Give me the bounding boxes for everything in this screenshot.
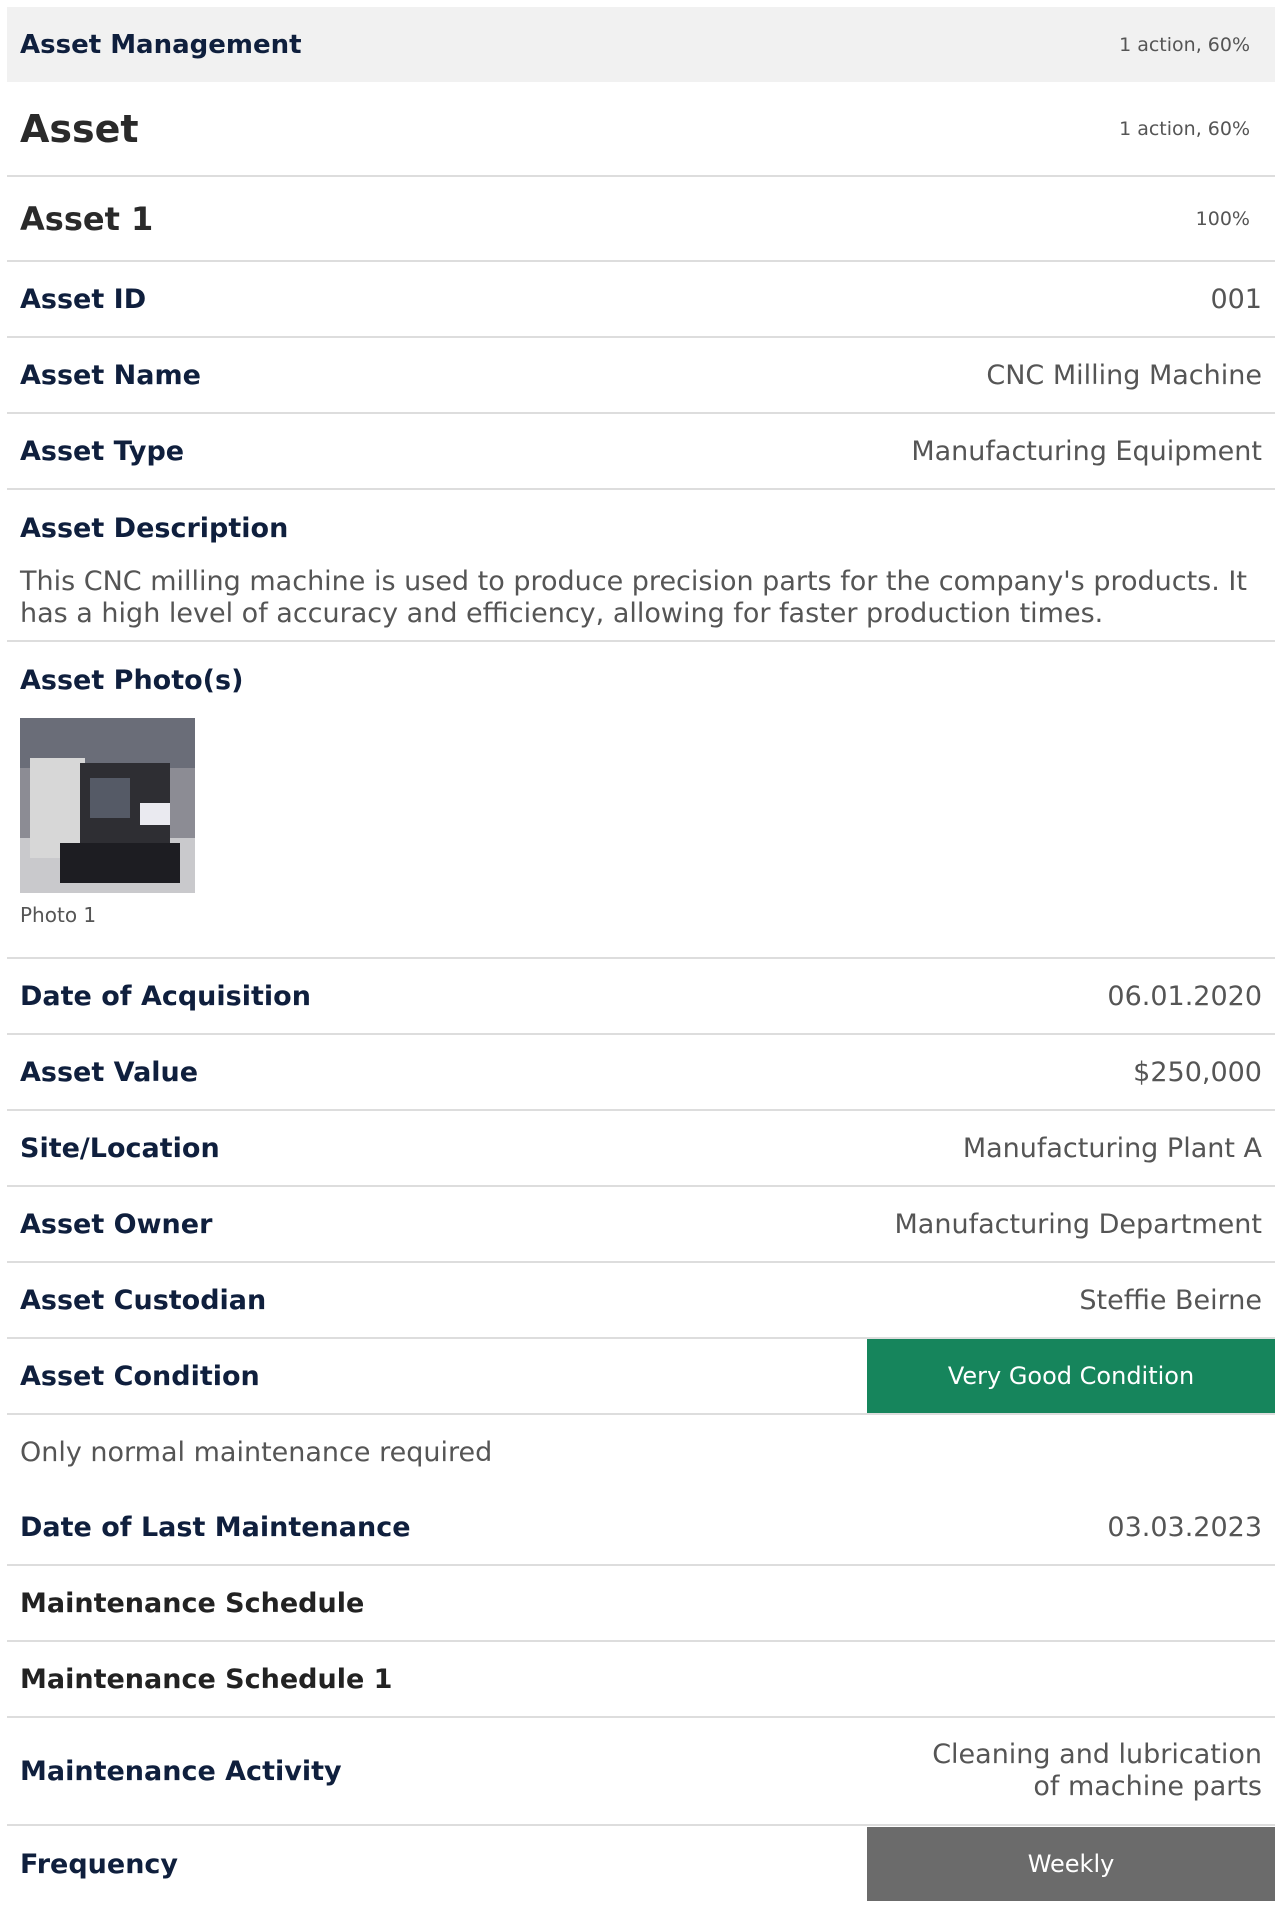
section-header[interactable]: Asset 1 action, 60% (7, 82, 1275, 177)
field-asset-type: Asset Type Manufacturing Equipment (7, 414, 1275, 490)
field-maintenance-activity: Maintenance Activity Cleaning and lubric… (7, 1718, 1275, 1826)
field-value: Manufacturing Department (894, 1208, 1262, 1240)
photo-caption: Photo 1 (20, 903, 97, 927)
field-label: Asset Condition (20, 1360, 260, 1392)
field-asset-name: Asset Name CNC Milling Machine (7, 338, 1275, 414)
app-header: Asset Management 1 action, 60% (7, 7, 1275, 82)
field-description-text: This CNC milling machine is used to prod… (7, 566, 1275, 642)
header-meta: 1 action, 60% (1119, 33, 1250, 56)
field-value: 06.01.2020 (1107, 980, 1262, 1012)
field-label: Asset Description (20, 512, 289, 544)
frequency-badge: Weekly (867, 1827, 1275, 1901)
field-label-row: Asset Description (7, 490, 1275, 566)
field-value: Cleaning and lubrication of machine part… (932, 1739, 1262, 1802)
subsection-header[interactable]: Asset 1 100% (7, 177, 1275, 262)
condition-note: Only normal maintenance required (20, 1437, 493, 1468)
field-asset-value: Asset Value $250,000 (7, 1035, 1275, 1111)
field-asset-condition: Asset Condition Very Good Condition (7, 1339, 1275, 1415)
field-date-last-maintenance: Date of Last Maintenance 03.03.2023 (7, 1490, 1275, 1566)
field-label: Asset Name (20, 359, 201, 391)
field-asset-description: Asset Description This CNC milling machi… (7, 490, 1275, 642)
field-label: Asset Value (20, 1056, 199, 1088)
field-asset-id: Asset ID 001 (7, 262, 1275, 338)
field-site-location: Site/Location Manufacturing Plant A (7, 1111, 1275, 1187)
field-label: Asset ID (20, 283, 147, 315)
photo-gallery: Photo 1 (7, 718, 1275, 959)
field-frequency: Frequency Weekly (7, 1826, 1275, 1902)
field-value: Steffie Beirne (1079, 1284, 1262, 1316)
section-label: Maintenance Schedule (20, 1587, 365, 1619)
condition-badge: Very Good Condition (867, 1339, 1275, 1413)
section-label: Maintenance Schedule 1 (20, 1663, 393, 1695)
field-value: 03.03.2023 (1107, 1511, 1262, 1543)
report-page: Asset Management 1 action, 60% Asset 1 a… (7, 7, 1275, 1902)
subsection-meta: 100% (1195, 207, 1250, 230)
section-title: Asset (20, 106, 139, 151)
app-title: Asset Management (20, 29, 302, 60)
field-label: Site/Location (20, 1132, 220, 1164)
field-label: Frequency (20, 1848, 179, 1880)
asset-photo-thumbnail[interactable] (20, 718, 195, 893)
field-label: Asset Owner (20, 1208, 213, 1240)
field-label-row: Asset Photo(s) (7, 642, 1275, 718)
field-label: Date of Acquisition (20, 980, 311, 1012)
subsection-title: Asset 1 (20, 199, 154, 238)
field-label: Asset Photo(s) (20, 664, 244, 696)
field-asset-photos: Asset Photo(s) Photo 1 (7, 642, 1275, 959)
maintenance-schedule-1-header[interactable]: Maintenance Schedule 1 (7, 1642, 1275, 1718)
field-date-of-acquisition: Date of Acquisition 06.01.2020 (7, 959, 1275, 1035)
field-label: Asset Custodian (20, 1284, 267, 1316)
field-asset-custodian: Asset Custodian Steffie Beirne (7, 1263, 1275, 1339)
maintenance-schedule-header[interactable]: Maintenance Schedule (7, 1566, 1275, 1642)
field-value: 001 (1210, 283, 1262, 315)
field-value: CNC Milling Machine (986, 359, 1262, 391)
field-value: Manufacturing Plant A (962, 1132, 1262, 1164)
field-label: Date of Last Maintenance (20, 1511, 411, 1543)
section-meta: 1 action, 60% (1119, 117, 1250, 140)
field-asset-owner: Asset Owner Manufacturing Department (7, 1187, 1275, 1263)
field-value: $250,000 (1133, 1056, 1262, 1088)
field-label: Maintenance Activity (20, 1755, 342, 1787)
field-label: Asset Type (20, 435, 185, 467)
field-value: Manufacturing Equipment (911, 435, 1262, 467)
